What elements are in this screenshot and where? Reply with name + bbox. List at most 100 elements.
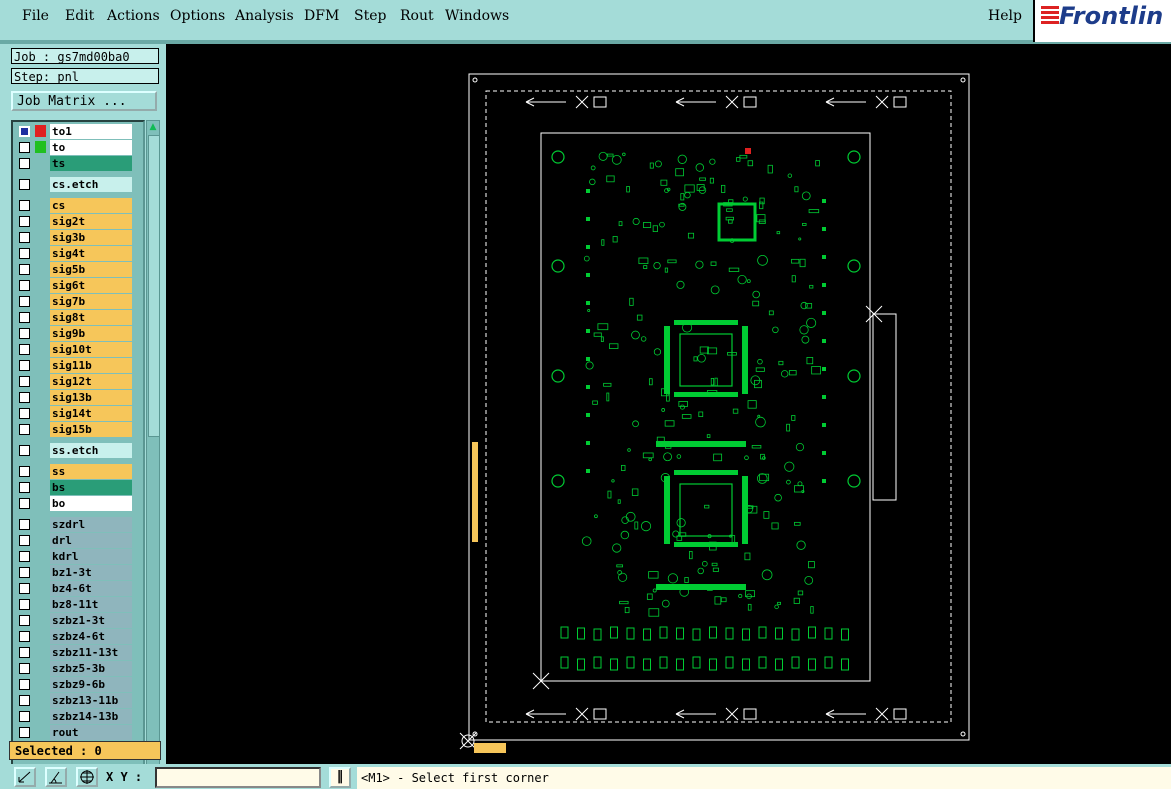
menu-help[interactable]: Help xyxy=(988,8,1022,24)
layer-checkbox[interactable] xyxy=(19,344,30,355)
layer-checkbox[interactable] xyxy=(19,158,30,169)
layer-name[interactable]: sig5b xyxy=(50,262,132,277)
layer-name[interactable]: cs xyxy=(50,198,132,213)
layer-row[interactable]: szdrl xyxy=(15,517,143,532)
menu-rout[interactable]: Rout xyxy=(400,8,434,24)
layer-checkbox[interactable] xyxy=(19,535,30,546)
layer-row[interactable]: drl xyxy=(15,533,143,548)
layer-row[interactable]: kdrl xyxy=(15,549,143,564)
layer-checkbox[interactable] xyxy=(19,126,30,137)
layer-checkbox[interactable] xyxy=(19,179,30,190)
layer-name[interactable]: bz4-6t xyxy=(50,581,132,596)
layer-name[interactable]: szbz5-3b xyxy=(50,661,132,676)
layer-name[interactable]: sig4t xyxy=(50,246,132,261)
layer-row[interactable]: sig5b xyxy=(15,262,143,277)
layer-checkbox[interactable] xyxy=(19,445,30,456)
layer-row[interactable]: sig15b xyxy=(15,422,143,437)
layer-name[interactable]: szbz14-13b xyxy=(50,709,132,724)
layer-row[interactable]: cs xyxy=(15,198,143,213)
layer-name[interactable]: sig3b xyxy=(50,230,132,245)
zoom-tool-button[interactable] xyxy=(14,767,36,787)
layer-name[interactable]: szbz13-11b xyxy=(50,693,132,708)
layer-name[interactable]: sig13b xyxy=(50,390,132,405)
layer-row[interactable]: sig8t xyxy=(15,310,143,325)
layer-row[interactable]: bz1-3t xyxy=(15,565,143,580)
layer-checkbox[interactable] xyxy=(19,599,30,610)
layer-name[interactable]: sig14t xyxy=(50,406,132,421)
layer-name[interactable]: sig2t xyxy=(50,214,132,229)
grid-tool-button[interactable] xyxy=(76,767,98,787)
layer-row[interactable]: szbz9-6b xyxy=(15,677,143,692)
layer-name[interactable]: kdrl xyxy=(50,549,132,564)
layer-row[interactable]: szbz14-13b xyxy=(15,709,143,724)
layer-checkbox[interactable] xyxy=(19,551,30,562)
menu-options[interactable]: Options xyxy=(170,8,225,24)
layer-name[interactable]: szbz4-6t xyxy=(50,629,132,644)
pause-button[interactable]: ‖ xyxy=(329,767,351,788)
xy-input[interactable] xyxy=(155,767,321,788)
layer-row[interactable]: ts xyxy=(15,156,143,171)
layer-checkbox[interactable] xyxy=(19,424,30,435)
layer-row[interactable]: sig14t xyxy=(15,406,143,421)
layer-name[interactable]: cs.etch xyxy=(50,177,132,192)
layer-checkbox[interactable] xyxy=(19,679,30,690)
layer-checkbox[interactable] xyxy=(19,280,30,291)
layer-row[interactable]: sig9b xyxy=(15,326,143,341)
layer-checkbox[interactable] xyxy=(19,567,30,578)
layer-name[interactable]: szbz11-13t xyxy=(50,645,132,660)
menu-file[interactable]: File xyxy=(22,8,49,24)
layer-name[interactable]: bo xyxy=(50,496,132,511)
menu-windows[interactable]: Windows xyxy=(445,8,509,24)
layer-checkbox[interactable] xyxy=(19,328,30,339)
layer-row[interactable]: sig2t xyxy=(15,214,143,229)
layer-name[interactable]: drl xyxy=(50,533,132,548)
layer-checkbox[interactable] xyxy=(19,360,30,371)
layer-checkbox[interactable] xyxy=(19,216,30,227)
job-matrix-button[interactable]: Job Matrix ... xyxy=(11,91,157,111)
menu-edit[interactable]: Edit xyxy=(65,8,94,24)
layer-color-swatch[interactable] xyxy=(35,141,46,153)
layer-name[interactable]: szbz9-6b xyxy=(50,677,132,692)
layer-name[interactable]: szbz1-3t xyxy=(50,613,132,628)
layer-name[interactable]: sig6t xyxy=(50,278,132,293)
layer-checkbox[interactable] xyxy=(19,631,30,642)
layer-checkbox[interactable] xyxy=(19,663,30,674)
layer-row[interactable]: sig6t xyxy=(15,278,143,293)
layer-checkbox[interactable] xyxy=(19,264,30,275)
layer-name[interactable]: szdrl xyxy=(50,517,132,532)
layer-row[interactable]: szbz1-3t xyxy=(15,613,143,628)
layer-row[interactable]: szbz4-6t xyxy=(15,629,143,644)
layer-checkbox[interactable] xyxy=(19,200,30,211)
layer-checkbox[interactable] xyxy=(19,466,30,477)
layer-checkbox[interactable] xyxy=(19,376,30,387)
layer-checkbox[interactable] xyxy=(19,248,30,259)
layer-row[interactable]: bs xyxy=(15,480,143,495)
layer-checkbox[interactable] xyxy=(19,142,30,153)
layer-row[interactable]: bo xyxy=(15,496,143,511)
layer-name[interactable]: ts xyxy=(50,156,132,171)
layer-row[interactable]: szbz5-3b xyxy=(15,661,143,676)
layer-row[interactable]: sig3b xyxy=(15,230,143,245)
menu-dfm[interactable]: DFM xyxy=(304,8,339,24)
layer-checkbox[interactable] xyxy=(19,232,30,243)
layer-name[interactable]: sig15b xyxy=(50,422,132,437)
layer-checkbox[interactable] xyxy=(19,392,30,403)
layer-row[interactable]: cs.etch xyxy=(15,177,143,192)
layer-row[interactable]: sig10t xyxy=(15,342,143,357)
layer-row[interactable]: sig11b xyxy=(15,358,143,373)
layer-name[interactable]: sig12t xyxy=(50,374,132,389)
layer-name[interactable]: sig9b xyxy=(50,326,132,341)
layer-checkbox[interactable] xyxy=(19,482,30,493)
layer-name[interactable]: to xyxy=(50,140,132,155)
scroll-thumb[interactable] xyxy=(148,135,160,437)
layer-checkbox[interactable] xyxy=(19,711,30,722)
layer-row[interactable]: to1 xyxy=(15,124,143,139)
scroll-up-icon[interactable]: ▲ xyxy=(148,122,158,132)
layer-checkbox[interactable] xyxy=(19,727,30,738)
layer-name[interactable]: bz8-11t xyxy=(50,597,132,612)
layer-checkbox[interactable] xyxy=(19,408,30,419)
menu-actions[interactable]: Actions xyxy=(107,8,160,24)
layer-checkbox[interactable] xyxy=(19,615,30,626)
layer-checkbox[interactable] xyxy=(19,312,30,323)
layer-row[interactable]: bz4-6t xyxy=(15,581,143,596)
